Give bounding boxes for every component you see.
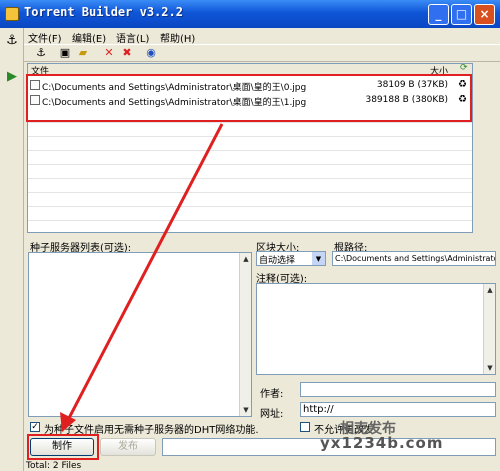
arrow-line xyxy=(66,123,224,421)
arrow-head xyxy=(60,412,76,432)
annotation-arrow xyxy=(60,123,224,432)
